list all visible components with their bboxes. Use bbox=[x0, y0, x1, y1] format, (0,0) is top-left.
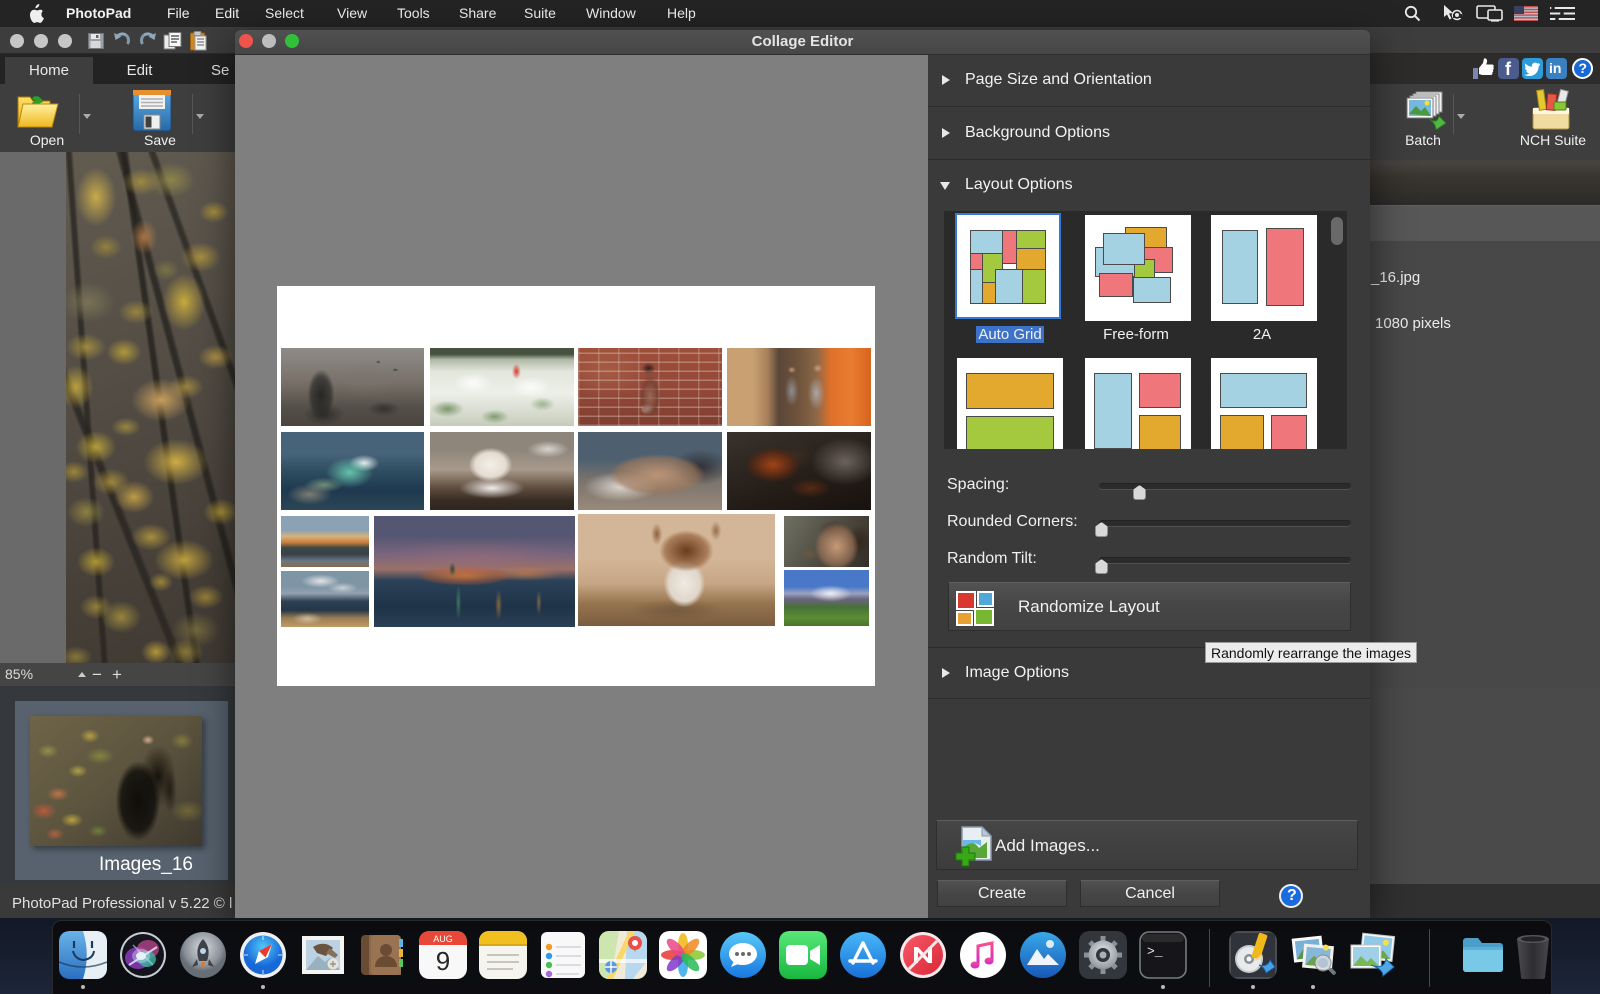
svg-text:>_: >_ bbox=[1147, 944, 1163, 959]
svg-text:AUG: AUG bbox=[433, 934, 453, 944]
svg-text:9: 9 bbox=[436, 946, 450, 976]
